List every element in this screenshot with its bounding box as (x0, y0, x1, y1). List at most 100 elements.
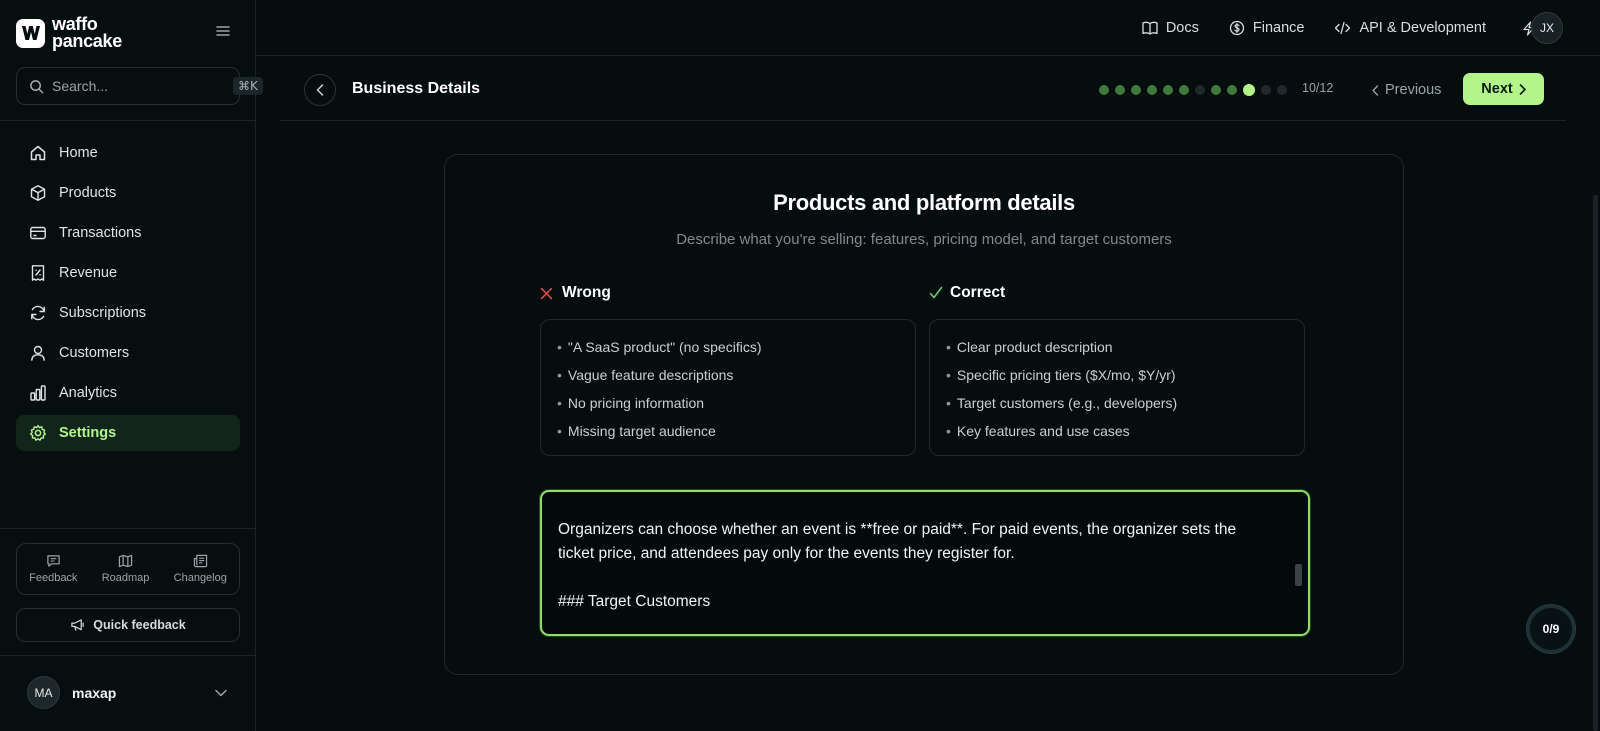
search-box[interactable]: ⌘K (16, 67, 263, 105)
sidebar-item-label: Customers (59, 345, 130, 361)
credit-card-icon (30, 226, 46, 240)
sidebar-item-settings[interactable]: Settings (16, 415, 240, 451)
step-dot[interactable] (1099, 85, 1109, 95)
page-title: Business Details (352, 80, 481, 97)
docs-label: Docs (1165, 20, 1199, 36)
back-button[interactable] (304, 74, 336, 106)
sidebar-item-home[interactable]: Home (16, 135, 240, 171)
editor-line: ticket price, and attendees pay only for… (558, 545, 1015, 562)
step-counter: 10/12 (1302, 81, 1334, 95)
quick-feedback-label: Quick feedback (93, 618, 186, 632)
newspaper-icon (193, 554, 207, 568)
sidebar-item-label: Transactions (59, 225, 142, 241)
top-bar: Docs Finance API & Development JX (256, 0, 1600, 56)
list-item: • Vague feature descriptions (557, 367, 734, 383)
sidebar-item-label: Subscriptions (59, 305, 147, 321)
user-name: maxap (72, 684, 117, 701)
card-subtitle: Describe what you're selling: features, … (676, 231, 1172, 248)
step-dot[interactable] (1147, 85, 1157, 95)
step-dot[interactable] (1227, 85, 1237, 95)
home-icon (30, 145, 46, 161)
wrong-examples-list: • "A SaaS product" (no specifics) • Vague … (540, 319, 916, 456)
step-dot[interactable] (1261, 85, 1271, 95)
quick-feedback-button[interactable]: Quick feedback (16, 608, 240, 642)
menu-icon[interactable] (216, 25, 230, 37)
editor-line: ### Target Customers (558, 593, 711, 610)
product-description-textarea[interactable]: Organizers can choose whether an event i… (540, 490, 1310, 636)
list-item: • "A SaaS product" (no specifics) (557, 339, 762, 355)
editor-blank-line (558, 566, 1292, 590)
step-dot[interactable] (1179, 85, 1189, 95)
sidebar-item-revenue[interactable]: Revenue (16, 255, 240, 291)
brand-name: waffo pancake (52, 15, 122, 51)
tool-label: Feedback (29, 572, 78, 584)
message-icon (47, 555, 60, 567)
sidebar-divider (0, 655, 256, 656)
sidebar-nav: Home Products Transactions Revenue Subsc… (16, 135, 240, 455)
sidebar-divider (0, 120, 256, 121)
megaphone-icon (71, 619, 85, 631)
user-icon (31, 345, 45, 361)
sidebar-item-subscriptions[interactable]: Subscriptions (16, 295, 240, 331)
step-dot[interactable] (1163, 85, 1173, 95)
gear-icon (29, 424, 47, 441)
step-dot[interactable] (1115, 85, 1125, 95)
step-dot[interactable] (1277, 85, 1287, 95)
api-development-link[interactable]: API & Development (1334, 20, 1486, 36)
tool-label: Roadmap (101, 572, 150, 584)
changelog-button[interactable]: Changelog (174, 554, 227, 584)
step-dot-current[interactable] (1243, 84, 1255, 96)
sidebar-item-products[interactable]: Products (16, 175, 240, 211)
receipt-icon (31, 265, 45, 281)
correct-examples-list: • Clear product description • Specific pri… (929, 319, 1305, 456)
dollar-circle-icon (1229, 20, 1245, 36)
previous-label: Previous (1385, 82, 1442, 98)
page-scrollbar[interactable] (1593, 195, 1598, 731)
list-item: • Key features and use cases (946, 423, 1130, 439)
step-dot[interactable] (1131, 85, 1141, 95)
sidebar: waffo pancake ⌘K Home Products Transacti… (0, 0, 263, 731)
brand-line-2: pancake (52, 31, 122, 51)
textarea-scrollbar[interactable] (1295, 564, 1302, 586)
docs-link[interactable]: Docs (1142, 20, 1199, 36)
check-icon (929, 286, 943, 299)
list-item: • No pricing information (557, 395, 705, 411)
sidebar-item-customers[interactable]: Customers (16, 335, 240, 371)
sidebar-item-transactions[interactable]: Transactions (16, 215, 240, 251)
search-icon (29, 79, 44, 94)
search-input[interactable] (52, 78, 233, 94)
correct-heading-label: Correct (950, 284, 1006, 301)
editor-line: Organizers can choose whether an event i… (558, 521, 1237, 538)
bar-chart-icon (30, 385, 46, 401)
brand-logo[interactable]: waffo pancake (16, 15, 122, 51)
search-shortcut-badge: ⌘K (233, 77, 263, 95)
roadmap-button[interactable]: Roadmap (101, 554, 150, 584)
sidebar-divider (0, 528, 256, 529)
waffo-logo-icon (16, 18, 45, 48)
top-links: Docs Finance API & Development (1112, 0, 1544, 56)
account-avatar[interactable]: JX (1531, 12, 1563, 44)
wrong-heading-label: Wrong (562, 284, 611, 301)
x-icon (540, 287, 553, 299)
sidebar-item-label: Analytics (59, 385, 118, 401)
progress-badge[interactable]: 0/9 (1527, 605, 1575, 653)
chevron-down-icon (215, 689, 227, 696)
chevron-left-icon (316, 84, 324, 96)
next-button[interactable]: Next (1463, 73, 1544, 105)
finance-label: Finance (1252, 20, 1305, 36)
chevron-right-icon (1519, 83, 1526, 95)
user-menu[interactable]: MA maxap (27, 676, 227, 709)
feedback-button[interactable]: Feedback (29, 554, 77, 584)
previous-button[interactable]: Previous (1372, 74, 1441, 106)
step-progress-dots (1099, 84, 1293, 96)
step-dot[interactable] (1211, 85, 1221, 95)
chevron-left-icon (1372, 84, 1379, 96)
step-dot[interactable] (1195, 85, 1205, 95)
wrong-heading: Wrong (540, 284, 611, 302)
finance-link[interactable]: Finance (1229, 20, 1305, 36)
next-label: Next (1481, 81, 1513, 97)
code-icon (1335, 21, 1351, 35)
sidebar-item-analytics[interactable]: Analytics (16, 375, 240, 411)
sidebar-item-label: Home (59, 145, 98, 161)
sidebar-item-label: Products (59, 185, 117, 201)
